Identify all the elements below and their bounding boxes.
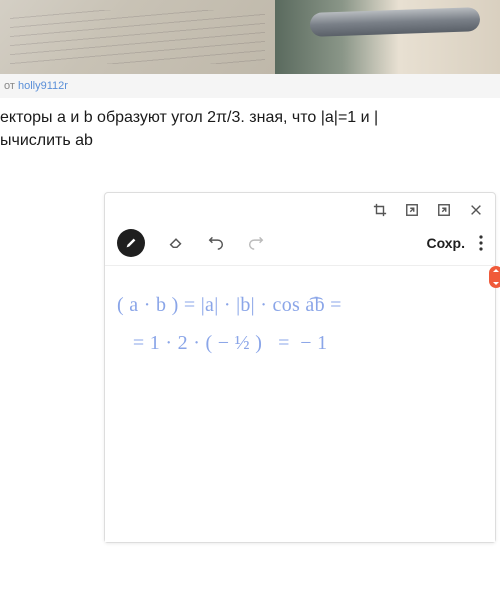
more-icon[interactable] (479, 235, 483, 251)
photo-right-half (275, 0, 500, 74)
close-icon[interactable] (469, 203, 483, 217)
minimize-icon[interactable] (405, 203, 419, 217)
author-link[interactable]: holly9112r (18, 80, 68, 92)
drawing-canvas[interactable]: ( a · b ) = |a| · |b| · cos a͡b = = 1 · … (105, 266, 495, 542)
save-button[interactable]: Сохр. (426, 235, 465, 251)
handwritten-math: ( a · b ) = |a| · |b| · cos a͡b = = 1 · … (117, 286, 342, 362)
math-line-2: = 1 · 2 · ( − ½ ) = − 1 (117, 332, 327, 354)
question-line-2: ычислить ab (0, 132, 93, 149)
toolbar-right: Сохр. (426, 235, 483, 251)
byline-prefix: от (4, 80, 18, 92)
pen-object (310, 7, 481, 37)
redo-icon[interactable] (247, 232, 265, 255)
editor-window-controls (105, 193, 495, 223)
byline: от holly9112r (0, 74, 500, 98)
question-photo (0, 0, 500, 74)
editor-toolbar: Сохр. (105, 223, 495, 266)
editor-card: Сохр. ( a · b ) = |a| · |b| · cos a͡b = … (104, 192, 496, 543)
photo-left-half (0, 0, 275, 74)
math-line-1: ( a · b ) = |a| · |b| · cos a͡b = (117, 294, 342, 316)
question-text: екторы a и b образуют угол 2π/3. зная, ч… (0, 98, 500, 160)
toolbar-left (117, 229, 265, 257)
eraser-tool[interactable] (167, 232, 185, 255)
answer-area: Сохр. ( a · b ) = |a| · |b| · cos a͡b = … (0, 160, 500, 543)
scroll-handle[interactable] (489, 266, 500, 288)
pen-tool[interactable] (117, 229, 145, 257)
maximize-icon[interactable] (437, 203, 451, 217)
undo-icon[interactable] (207, 232, 225, 255)
crop-icon[interactable] (373, 203, 387, 217)
question-line-1: екторы a и b образуют угол 2π/3. зная, ч… (0, 109, 378, 126)
